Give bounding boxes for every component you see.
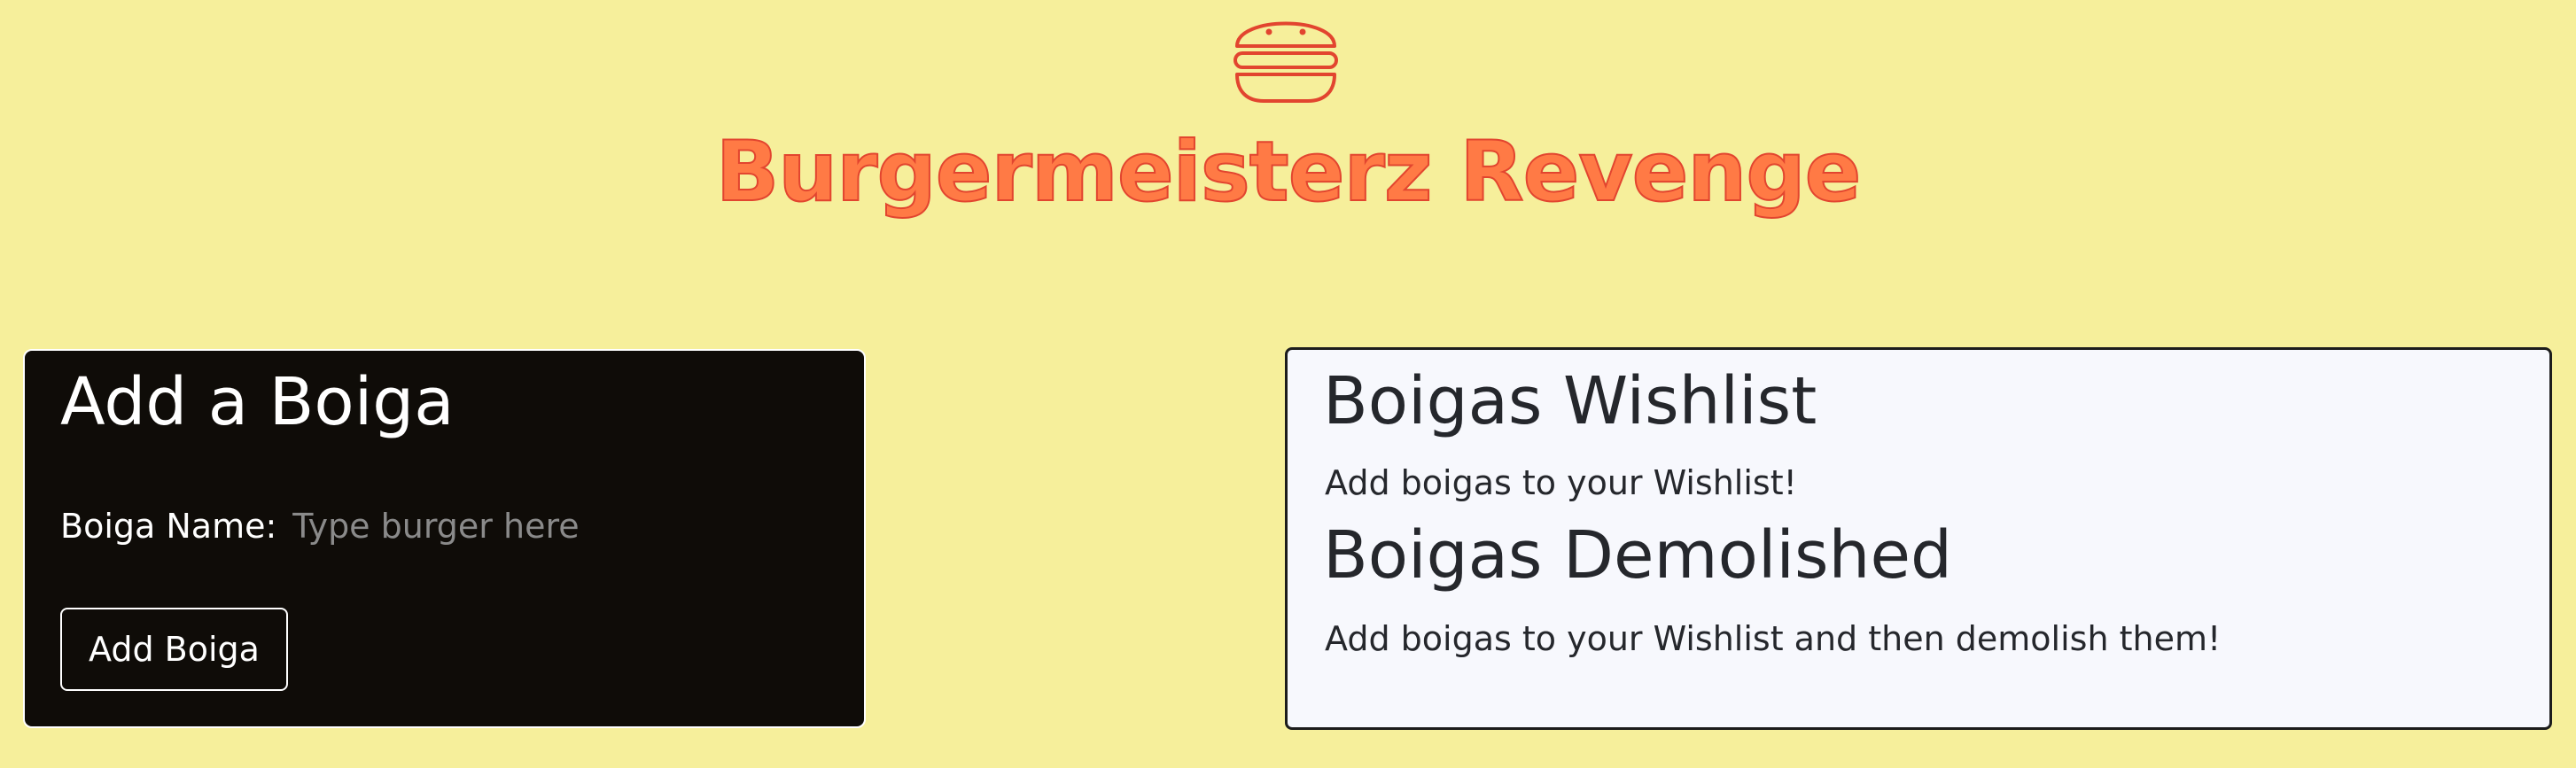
burger-icon bbox=[1232, 7, 1340, 105]
app-title: Burgermeisterz Revenge bbox=[715, 124, 1863, 221]
boigas-lists-panel: Boigas Wishlist Add boigas to your Wishl… bbox=[1285, 347, 2552, 730]
wishlist-empty-text: Add boigas to your Wishlist! bbox=[1325, 463, 1797, 502]
boiga-name-label: Boiga Name: bbox=[60, 507, 277, 546]
demolished-empty-text: Add boigas to your Wishlist and then dem… bbox=[1325, 619, 2222, 658]
boiga-name-row: Boiga Name: bbox=[60, 507, 754, 546]
add-boiga-button[interactable]: Add Boiga bbox=[60, 608, 288, 691]
demolished-heading: Boigas Demolished bbox=[1323, 517, 1952, 593]
boiga-name-input[interactable] bbox=[292, 507, 754, 546]
wishlist-heading: Boigas Wishlist bbox=[1323, 363, 1817, 439]
add-boiga-heading: Add a Boiga bbox=[60, 364, 455, 440]
add-boiga-panel: Add a Boiga Boiga Name: Add Boiga bbox=[23, 349, 866, 728]
